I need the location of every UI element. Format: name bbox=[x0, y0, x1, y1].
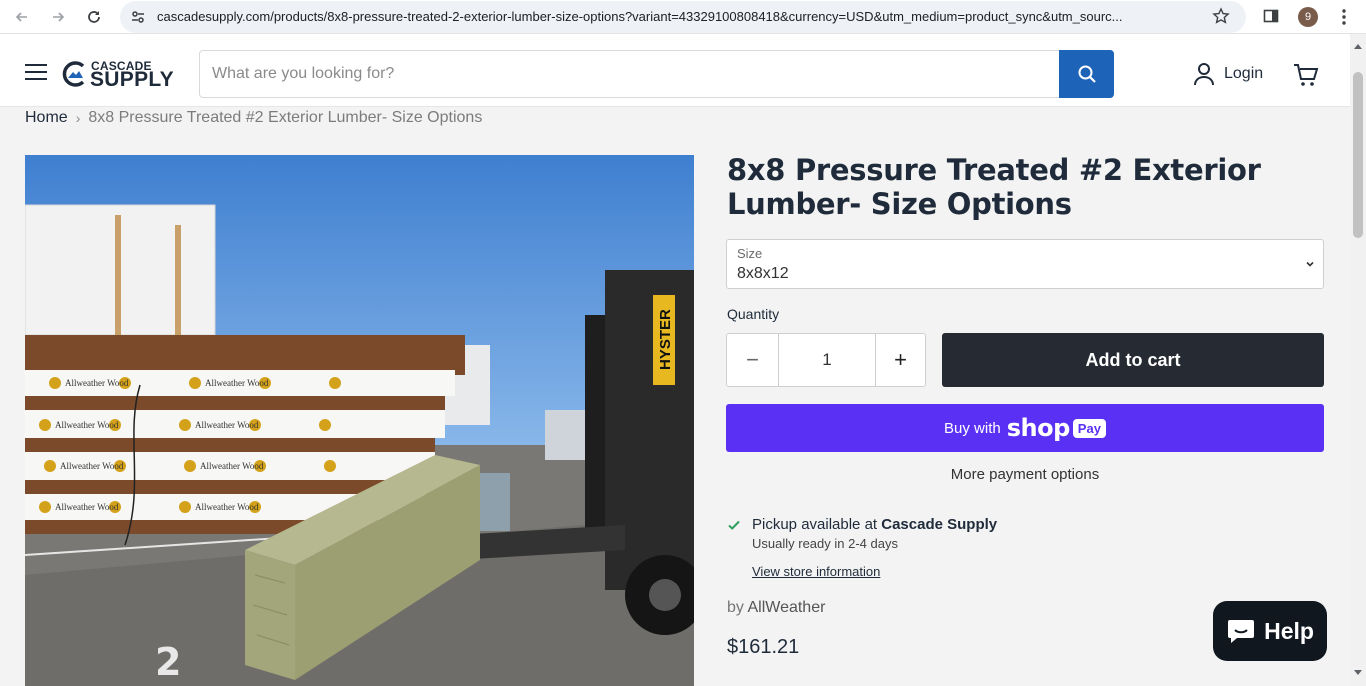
quantity-label: Quantity bbox=[727, 306, 780, 322]
profile-avatar[interactable]: 9 bbox=[1298, 7, 1318, 27]
product-title: 8x8 Pressure Treated #2 Exterior Lumber-… bbox=[727, 153, 1261, 221]
wrap-brand-label: Allweather Wood bbox=[60, 461, 124, 471]
view-store-info-link[interactable]: View store information bbox=[752, 564, 880, 579]
wrap-brand-label: Allweather Wood bbox=[195, 420, 259, 430]
address-bar[interactable]: cascadesupply.com/products/8x8-pressure-… bbox=[120, 1, 1246, 33]
search-bar bbox=[199, 50, 1114, 98]
cart-icon bbox=[1294, 64, 1319, 86]
wrap-brand-label: Allweather Wood bbox=[55, 420, 119, 430]
add-to-cart-button[interactable]: Add to cart bbox=[942, 333, 1324, 387]
side-panel-icon[interactable] bbox=[1263, 8, 1279, 29]
breadcrumb-separator: › bbox=[75, 110, 81, 126]
wrap-brand-label: Allweather Wood bbox=[200, 461, 264, 471]
pickup-ready-text: Usually ready in 2-4 days bbox=[752, 536, 898, 551]
logo-text-bottom: SUPPLY bbox=[90, 68, 174, 91]
size-select-value: 8x8x12 bbox=[737, 265, 789, 282]
scroll-down-arrow-icon[interactable] bbox=[1354, 670, 1362, 675]
quantity-stepper: − 1 + bbox=[726, 333, 926, 387]
scroll-thumb[interactable] bbox=[1353, 72, 1363, 238]
wrap-brand-label: Allweather Wood bbox=[65, 378, 129, 388]
user-icon bbox=[1194, 63, 1214, 86]
help-chat-button[interactable]: Help bbox=[1213, 601, 1327, 661]
more-payment-options-link[interactable]: More payment options bbox=[726, 466, 1324, 483]
vendor-line: by AllWeather bbox=[727, 599, 825, 617]
help-label: Help bbox=[1264, 617, 1314, 644]
browser-menu-icon[interactable] bbox=[1336, 7, 1352, 32]
chevron-down-icon bbox=[1306, 261, 1314, 267]
search-button[interactable] bbox=[1059, 50, 1114, 98]
site-logo[interactable]: CASCADE SUPPLY bbox=[62, 58, 174, 91]
wrap-brand-label: Allweather Wood bbox=[195, 502, 259, 512]
search-icon bbox=[1078, 65, 1096, 83]
quantity-input[interactable]: 1 bbox=[779, 334, 875, 386]
reload-icon[interactable] bbox=[82, 5, 106, 29]
logo-mark-icon bbox=[62, 61, 85, 87]
login-label: Login bbox=[1224, 65, 1264, 82]
chat-bubble-icon bbox=[1228, 620, 1255, 643]
page-scrollbar[interactable] bbox=[1350, 34, 1366, 686]
site-header: CASCADE SUPPLY Login bbox=[0, 34, 1350, 107]
menu-icon[interactable] bbox=[25, 64, 47, 82]
shop-pay-buy-label: Buy with bbox=[944, 419, 1001, 437]
breadcrumb-home[interactable]: Home bbox=[25, 109, 68, 127]
url-text: cascadesupply.com/products/8x8-pressure-… bbox=[157, 9, 1123, 24]
login-link[interactable]: Login bbox=[1193, 62, 1263, 86]
cart-button[interactable] bbox=[1293, 62, 1319, 93]
ground-marking-label: 2 bbox=[155, 640, 181, 684]
vendor-prefix: by bbox=[727, 599, 748, 616]
forward-arrow-icon[interactable] bbox=[46, 5, 70, 29]
back-arrow-icon[interactable] bbox=[10, 5, 34, 29]
forklift-brand-label: HYSTER bbox=[657, 309, 674, 370]
scroll-up-arrow-icon[interactable] bbox=[1354, 44, 1362, 49]
pickup-location: Cascade Supply bbox=[881, 516, 998, 533]
bookmark-star-icon[interactable] bbox=[1212, 7, 1230, 30]
buy-with-shop-pay-button[interactable]: Buy with shop Pay bbox=[726, 404, 1324, 452]
vendor-name[interactable]: AllWeather bbox=[747, 599, 825, 616]
size-select-label: Size bbox=[737, 246, 763, 261]
search-input[interactable] bbox=[200, 51, 1060, 97]
breadcrumb-current: 8x8 Pressure Treated #2 Exterior Lumber-… bbox=[88, 109, 483, 126]
shop-pay-pay-badge: Pay bbox=[1072, 418, 1106, 438]
wrap-brand-label: Allweather Wood bbox=[55, 502, 119, 512]
breadcrumb: Home › 8x8 Pressure Treated #2 Exterior … bbox=[25, 109, 482, 127]
product-photo: Allweather Wood Allweather Wood Allweath… bbox=[25, 155, 694, 686]
pickup-prefix: Pickup available at bbox=[752, 516, 882, 533]
pickup-text: Pickup available at Cascade Supply bbox=[752, 516, 997, 533]
quantity-decrease-button[interactable]: − bbox=[727, 334, 779, 386]
check-icon bbox=[728, 520, 740, 530]
product-price: $161.21 bbox=[727, 636, 800, 658]
wrap-brand-label: Allweather Wood bbox=[205, 378, 269, 388]
site-settings-icon[interactable] bbox=[130, 9, 146, 30]
quantity-increase-button[interactable]: + bbox=[875, 334, 925, 386]
product-image[interactable]: Allweather Wood Allweather Wood Allweath… bbox=[25, 155, 694, 686]
size-select[interactable]: Size 8x8x12 bbox=[726, 239, 1324, 289]
shop-pay-shop-word: shop bbox=[1006, 414, 1071, 442]
browser-toolbar: cascadesupply.com/products/8x8-pressure-… bbox=[0, 0, 1366, 34]
